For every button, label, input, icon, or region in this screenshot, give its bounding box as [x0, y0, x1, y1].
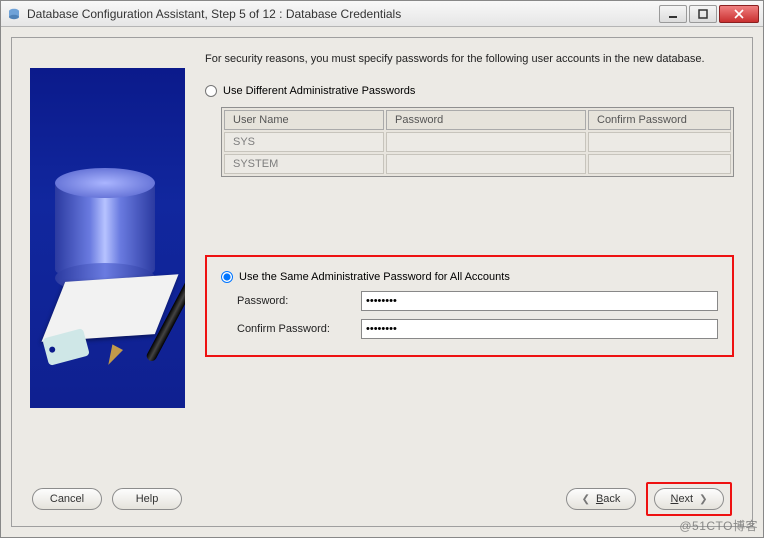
chevron-left-icon: ❮ [582, 494, 590, 505]
form-column: For security reasons, you must specify p… [205, 52, 734, 474]
maximize-button[interactable] [689, 5, 717, 23]
cancel-label: Cancel [50, 493, 84, 505]
password-input[interactable] [361, 291, 718, 311]
table-row: SYS [224, 132, 731, 152]
password-label: Password: [237, 295, 349, 307]
help-button[interactable]: Help [112, 488, 182, 510]
col-header-user: User Name [224, 110, 384, 130]
next-label-rest: ext [678, 493, 693, 505]
instruction-text: For security reasons, you must specify p… [205, 52, 734, 67]
wizard-side-image [30, 68, 185, 408]
content-area: For security reasons, you must specify p… [1, 27, 763, 537]
col-header-confirm: Confirm Password [588, 110, 731, 130]
confirm-password-label: Confirm Password: [237, 323, 349, 335]
radio-same-label: Use the Same Administrative Password for… [239, 271, 510, 283]
back-label-rest: ack [603, 493, 620, 505]
titlebar: Database Configuration Assistant, Step 5… [1, 1, 763, 27]
wizard-window: Database Configuration Assistant, Step 5… [0, 0, 764, 538]
cell-user: SYSTEM [224, 154, 384, 174]
radio-different-passwords[interactable]: Use Different Administrative Passwords [205, 85, 734, 97]
back-button[interactable]: ❮ Back [566, 488, 636, 510]
highlight-box-same-password: Use the Same Administrative Password for… [205, 255, 734, 357]
col-header-password: Password [386, 110, 586, 130]
highlight-box-next: Next ❯ [646, 482, 732, 516]
cell-user: SYS [224, 132, 384, 152]
main-panel: For security reasons, you must specify p… [11, 37, 753, 527]
credentials-table: User Name Password Confirm Password SYS [221, 107, 734, 177]
password-row: Password: [237, 291, 718, 311]
chevron-right-icon: ❯ [699, 494, 707, 505]
radio-same-input[interactable] [221, 271, 233, 283]
cell-password[interactable] [386, 154, 586, 174]
table-row: SYSTEM [224, 154, 731, 174]
confirm-password-input[interactable] [361, 319, 718, 339]
cell-password[interactable] [386, 132, 586, 152]
cancel-button[interactable]: Cancel [32, 488, 102, 510]
minimize-button[interactable] [659, 5, 687, 23]
next-button[interactable]: Next ❯ [654, 488, 724, 510]
button-bar: Cancel Help ❮ Back Next ❯ [30, 482, 734, 516]
cell-confirm[interactable] [588, 154, 731, 174]
radio-same-password[interactable]: Use the Same Administrative Password for… [221, 271, 718, 283]
help-label: Help [136, 493, 159, 505]
cell-confirm[interactable] [588, 132, 731, 152]
confirm-password-row: Confirm Password: [237, 319, 718, 339]
radio-different-input[interactable] [205, 85, 217, 97]
window-controls [659, 5, 759, 23]
radio-different-label: Use Different Administrative Passwords [223, 85, 415, 97]
window-title: Database Configuration Assistant, Step 5… [27, 7, 659, 21]
app-icon [7, 7, 21, 21]
pen-icon [85, 218, 185, 388]
close-button[interactable] [719, 5, 759, 23]
